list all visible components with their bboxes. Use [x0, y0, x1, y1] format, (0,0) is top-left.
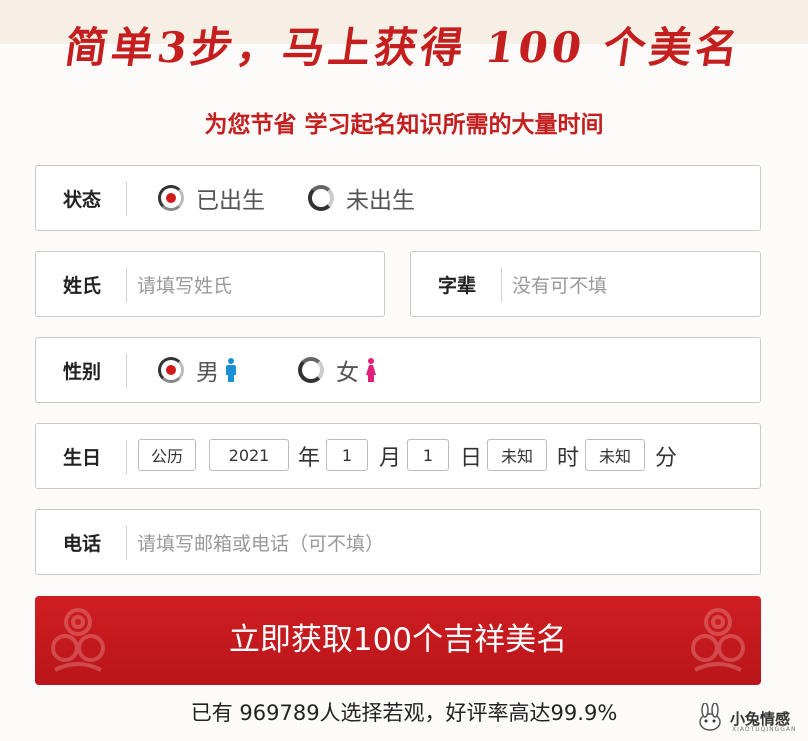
gender-row: 性别 男 女 [35, 337, 761, 403]
radio-selected-icon [158, 185, 184, 211]
birthday-row: 生日 公历 2021 年 1 月 1 日 未知 时 未知 分 [35, 423, 761, 489]
page-subtitle: 为您节省 学习起名知识所需的大量时间 [204, 112, 604, 138]
status-row: 状态 已出生 未出生 [35, 165, 761, 231]
generation-label: 字辈 [438, 274, 477, 297]
status-option-born[interactable]: 已出生 [158, 166, 265, 230]
get-names-button[interactable]: 立即获取100个吉祥美名 [35, 596, 761, 685]
month-unit: 月 [379, 446, 402, 471]
radio-unselected-icon [308, 185, 334, 211]
calendar-select[interactable]: 公历 [138, 439, 196, 471]
phone-row: 电话 请填写邮箱或电话（可不填） [35, 509, 761, 575]
minute-unit: 分 [655, 446, 678, 471]
gender-label: 性别 [63, 360, 102, 383]
gender-option-female-label: 女 [336, 360, 359, 386]
birthday-label: 生日 [63, 446, 102, 469]
year-select[interactable]: 2021 [209, 439, 289, 471]
status-label: 状态 [63, 188, 102, 211]
watermark-subtext: XIAOTUQINGGAN [732, 726, 797, 733]
divider [126, 268, 127, 302]
minute-select[interactable]: 未知 [585, 439, 645, 471]
divider [126, 182, 127, 216]
surname-row: 姓氏 请填写姓氏 [35, 251, 385, 317]
page-title: 简单3步，马上获得 100 个美名 [62, 23, 746, 72]
surname-input[interactable]: 请填写姓氏 [137, 252, 372, 316]
divider [126, 440, 127, 474]
radio-unselected-icon [298, 357, 324, 383]
surname-label: 姓氏 [63, 274, 102, 297]
female-icon [365, 358, 377, 382]
get-names-button-label: 立即获取100个吉祥美名 [228, 622, 568, 658]
hour-select[interactable]: 未知 [487, 439, 547, 471]
status-option-unborn-label: 未出生 [346, 188, 415, 214]
stats-text: 已有 969789人选择若观，好评率高达99.9% [190, 701, 618, 725]
day-select[interactable]: 1 [407, 439, 449, 471]
hour-unit: 时 [557, 446, 580, 471]
watermark: 小兔情感 XIAOTUQINGGAN [694, 698, 806, 738]
status-option-born-label: 已出生 [196, 188, 265, 214]
status-option-unborn[interactable]: 未出生 [308, 166, 415, 230]
divider [501, 268, 502, 302]
rabbit-logo-icon [699, 703, 721, 731]
male-icon [225, 358, 237, 382]
phone-input[interactable]: 请填写邮箱或电话（可不填） [137, 510, 737, 574]
divider [126, 526, 127, 560]
generation-row: 字辈 没有可不填 [410, 251, 761, 317]
year-unit: 年 [298, 446, 321, 471]
cloud-ornament-icon [51, 608, 105, 672]
gender-option-male-label: 男 [196, 360, 219, 386]
divider [126, 354, 127, 388]
generation-input[interactable]: 没有可不填 [512, 252, 747, 316]
radio-selected-icon [158, 357, 184, 383]
gender-option-male[interactable]: 男 [158, 338, 237, 402]
cloud-ornament-icon [691, 608, 745, 672]
phone-label: 电话 [63, 532, 102, 555]
day-unit: 日 [460, 446, 483, 471]
month-select[interactable]: 1 [326, 439, 368, 471]
gender-option-female[interactable]: 女 [298, 338, 377, 402]
